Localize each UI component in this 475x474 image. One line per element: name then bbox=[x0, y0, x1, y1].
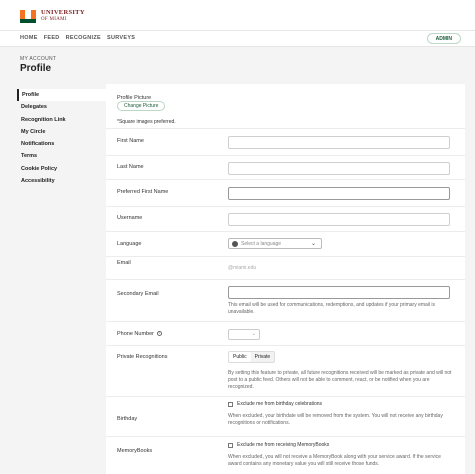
sidebar-item-profile[interactable]: Profile bbox=[17, 89, 106, 102]
secondary-email-row: Secondary Email This email will be used … bbox=[106, 279, 465, 321]
nav-links: HOME FEED RECOGNIZE SURVEYS bbox=[20, 35, 135, 41]
first-name-row: First Name bbox=[106, 128, 465, 155]
memorybooks-row: MemoryBooks Exclude me from receiving Me… bbox=[106, 436, 465, 474]
first-name-label: First Name bbox=[117, 138, 144, 144]
top-bar: UNIVERSITY OF MIAMI bbox=[0, 0, 475, 30]
language-select[interactable]: Select a language ⌄ bbox=[228, 238, 322, 249]
birthday-checkbox-label: Exclude me from birthday celebrations bbox=[237, 401, 323, 407]
last-name-label: Last Name bbox=[117, 164, 144, 170]
info-icon[interactable]: i bbox=[157, 331, 162, 337]
university-logo[interactable]: UNIVERSITY OF MIAMI bbox=[20, 10, 85, 23]
change-picture-button[interactable]: Change Picture bbox=[117, 101, 166, 111]
sidebar-item-recognition-link[interactable]: Recognition Link bbox=[17, 114, 106, 126]
logo-line-2: OF MIAMI bbox=[41, 17, 67, 23]
toggle-private[interactable]: Private bbox=[251, 352, 275, 362]
last-name-input[interactable] bbox=[228, 162, 450, 175]
sidebar: Profile Delegates Recognition Link My Ci… bbox=[17, 89, 106, 187]
nav-surveys[interactable]: SURVEYS bbox=[107, 35, 135, 41]
secondary-email-help: This email will be used for communicatio… bbox=[228, 302, 436, 315]
birthday-help: When excluded, your birthdate will be re… bbox=[228, 413, 443, 426]
email-value: @miami.edu bbox=[228, 265, 257, 271]
chevron-down-icon: ⌄ bbox=[251, 331, 256, 337]
memorybooks-checkbox-label: Exclude me from receiving MemoryBooks bbox=[237, 442, 330, 448]
phone-label: Phone Number i bbox=[117, 331, 162, 337]
language-label: Language bbox=[117, 241, 142, 247]
nav-bar: HOME FEED RECOGNIZE SURVEYS ADMIN bbox=[0, 30, 475, 47]
username-label: Username bbox=[117, 215, 143, 221]
sidebar-item-accessibility[interactable]: Accessibility bbox=[17, 175, 106, 187]
private-recognitions-label: Private Recognitions bbox=[117, 354, 168, 360]
sidebar-item-my-circle[interactable]: My Circle bbox=[17, 126, 106, 138]
nav-home[interactable]: HOME bbox=[20, 35, 38, 41]
username-input[interactable] bbox=[228, 213, 450, 226]
memorybooks-help: When excluded, you will not receive a Me… bbox=[228, 454, 441, 467]
sidebar-item-cookie-policy[interactable]: Cookie Policy bbox=[17, 163, 106, 175]
page-title: Profile bbox=[20, 63, 52, 74]
preferred-first-name-label: Preferred First Name bbox=[117, 189, 169, 195]
phone-country-select[interactable]: ⌄ bbox=[228, 329, 260, 340]
memorybooks-exclude-checkbox[interactable]: Exclude me from receiving MemoryBooks bbox=[228, 442, 329, 448]
last-name-row: Last Name bbox=[106, 155, 465, 179]
private-recognitions-row: Private Recognitions Public Private By s… bbox=[106, 345, 465, 396]
language-row: Language Select a language ⌄ bbox=[106, 231, 465, 256]
username-row: Username bbox=[106, 206, 465, 231]
birthday-exclude-checkbox[interactable]: Exclude me from birthday celebrations bbox=[228, 401, 322, 407]
u-logo-icon bbox=[20, 10, 36, 23]
profile-form: Profile Picture Change Picture *Square i… bbox=[106, 84, 465, 474]
sidebar-item-delegates[interactable]: Delegates bbox=[17, 101, 106, 113]
logo-text: UNIVERSITY OF MIAMI bbox=[41, 9, 85, 23]
birthday-row: Birthday Exclude me from birthday celebr… bbox=[106, 396, 465, 436]
privacy-toggle[interactable]: Public Private bbox=[228, 351, 276, 363]
toggle-public[interactable]: Public bbox=[229, 352, 251, 362]
phone-row: Phone Number i ⌄ bbox=[106, 321, 465, 345]
preferred-first-name-row: Preferred First Name bbox=[106, 179, 465, 206]
sidebar-item-terms[interactable]: Terms bbox=[17, 150, 106, 162]
first-name-input[interactable] bbox=[228, 136, 450, 149]
memorybooks-label: MemoryBooks bbox=[117, 448, 153, 454]
checkbox-icon bbox=[228, 442, 233, 448]
phone-label-text: Phone Number bbox=[117, 331, 154, 337]
private-recognitions-help: By setting this feature to private, all … bbox=[228, 370, 452, 390]
section-label: MY ACCOUNT bbox=[20, 56, 57, 62]
secondary-email-input[interactable] bbox=[228, 286, 450, 299]
birthday-label: Birthday bbox=[117, 416, 138, 422]
email-row: Email @miami.edu bbox=[106, 256, 465, 279]
email-label: Email bbox=[117, 260, 131, 266]
admin-button[interactable]: ADMIN bbox=[426, 33, 461, 44]
logo-line-1: UNIVERSITY bbox=[41, 9, 85, 17]
profile-picture-note: *Square images preferred. bbox=[117, 119, 176, 125]
secondary-email-label: Secondary Email bbox=[117, 291, 159, 297]
globe-icon bbox=[232, 240, 238, 247]
sidebar-item-notifications[interactable]: Notifications bbox=[17, 138, 106, 150]
preferred-first-name-input[interactable] bbox=[228, 187, 450, 200]
nav-feed[interactable]: FEED bbox=[44, 35, 60, 41]
chevron-down-icon: ⌄ bbox=[310, 241, 316, 247]
checkbox-icon bbox=[228, 401, 233, 407]
nav-recognize[interactable]: RECOGNIZE bbox=[66, 35, 101, 41]
language-placeholder: Select a language bbox=[241, 240, 282, 247]
